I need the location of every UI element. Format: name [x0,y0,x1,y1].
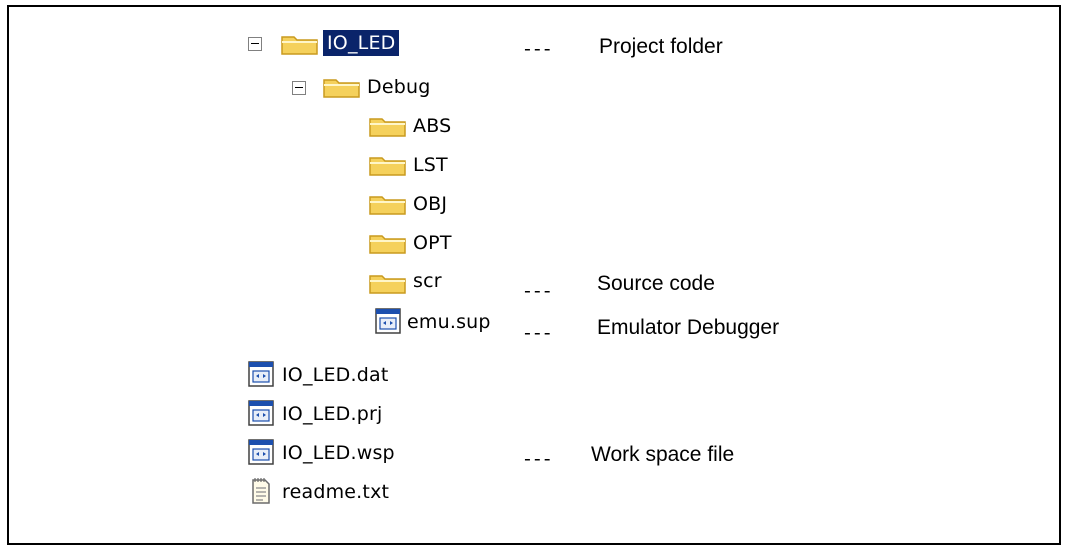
annotation-project-folder: Project folder [599,35,723,58]
annotation-work-space-file: Work space file [591,443,735,466]
collapse-toggle-io-led[interactable] [248,37,262,51]
tree-item-obj[interactable]: OBJ [413,190,447,218]
tree-item-label: IO_LED [323,30,400,56]
tree-item-label: readme.txt [282,481,390,503]
diagram-frame: IO_LED --- Project folder Debug ABS LST … [7,5,1061,545]
tree-item-label: ABS [413,115,452,137]
tree-item-label: scr [413,270,442,292]
file-icon [248,361,274,387]
file-icon [248,439,274,465]
tree-item-io-led-wsp[interactable]: IO_LED.wsp [282,439,395,467]
tree-item-label: OPT [413,232,452,254]
tree-item-readme-txt[interactable]: readme.txt [282,478,389,506]
tree-item-opt[interactable]: OPT [413,229,452,257]
tree-item-scr[interactable]: scr [413,267,442,295]
folder-icon [369,157,406,176]
tree-item-io-led[interactable]: IO_LED [323,29,400,57]
annotation-source-code: Source code [597,272,715,295]
tree-item-debug[interactable]: Debug [367,73,430,101]
tree-item-emu-sup[interactable]: emu.sup [407,308,491,336]
tree-item-lst[interactable]: LST [413,151,448,179]
tree-item-label: LST [413,154,448,176]
tree-item-io-led-dat[interactable]: IO_LED.dat [282,361,388,389]
tree-item-label: IO_LED.dat [282,364,389,386]
collapse-toggle-debug[interactable] [292,81,306,95]
folder-icon [323,79,360,98]
annotation-emulator-debugger: Emulator Debugger [597,316,780,339]
separator: --- [524,448,554,470]
folder-icon [281,36,318,55]
tree-item-label: OBJ [413,193,448,215]
separator: --- [524,322,554,344]
tree-item-label: IO_LED.wsp [282,442,395,464]
tree-item-abs[interactable]: ABS [413,112,451,140]
file-icon [248,400,274,426]
tree-item-label: IO_LED.prj [282,403,383,425]
folder-icon [369,235,406,254]
tree-item-io-led-prj[interactable]: IO_LED.prj [282,400,382,428]
folder-icon [369,196,406,215]
folder-icon [369,275,406,294]
text-file-icon [252,478,270,504]
tree-item-label: Debug [367,76,431,98]
separator: --- [524,280,554,302]
file-icon [375,308,401,334]
folder-icon [369,118,406,137]
separator: --- [524,38,554,60]
tree-item-label: emu.sup [407,311,491,333]
